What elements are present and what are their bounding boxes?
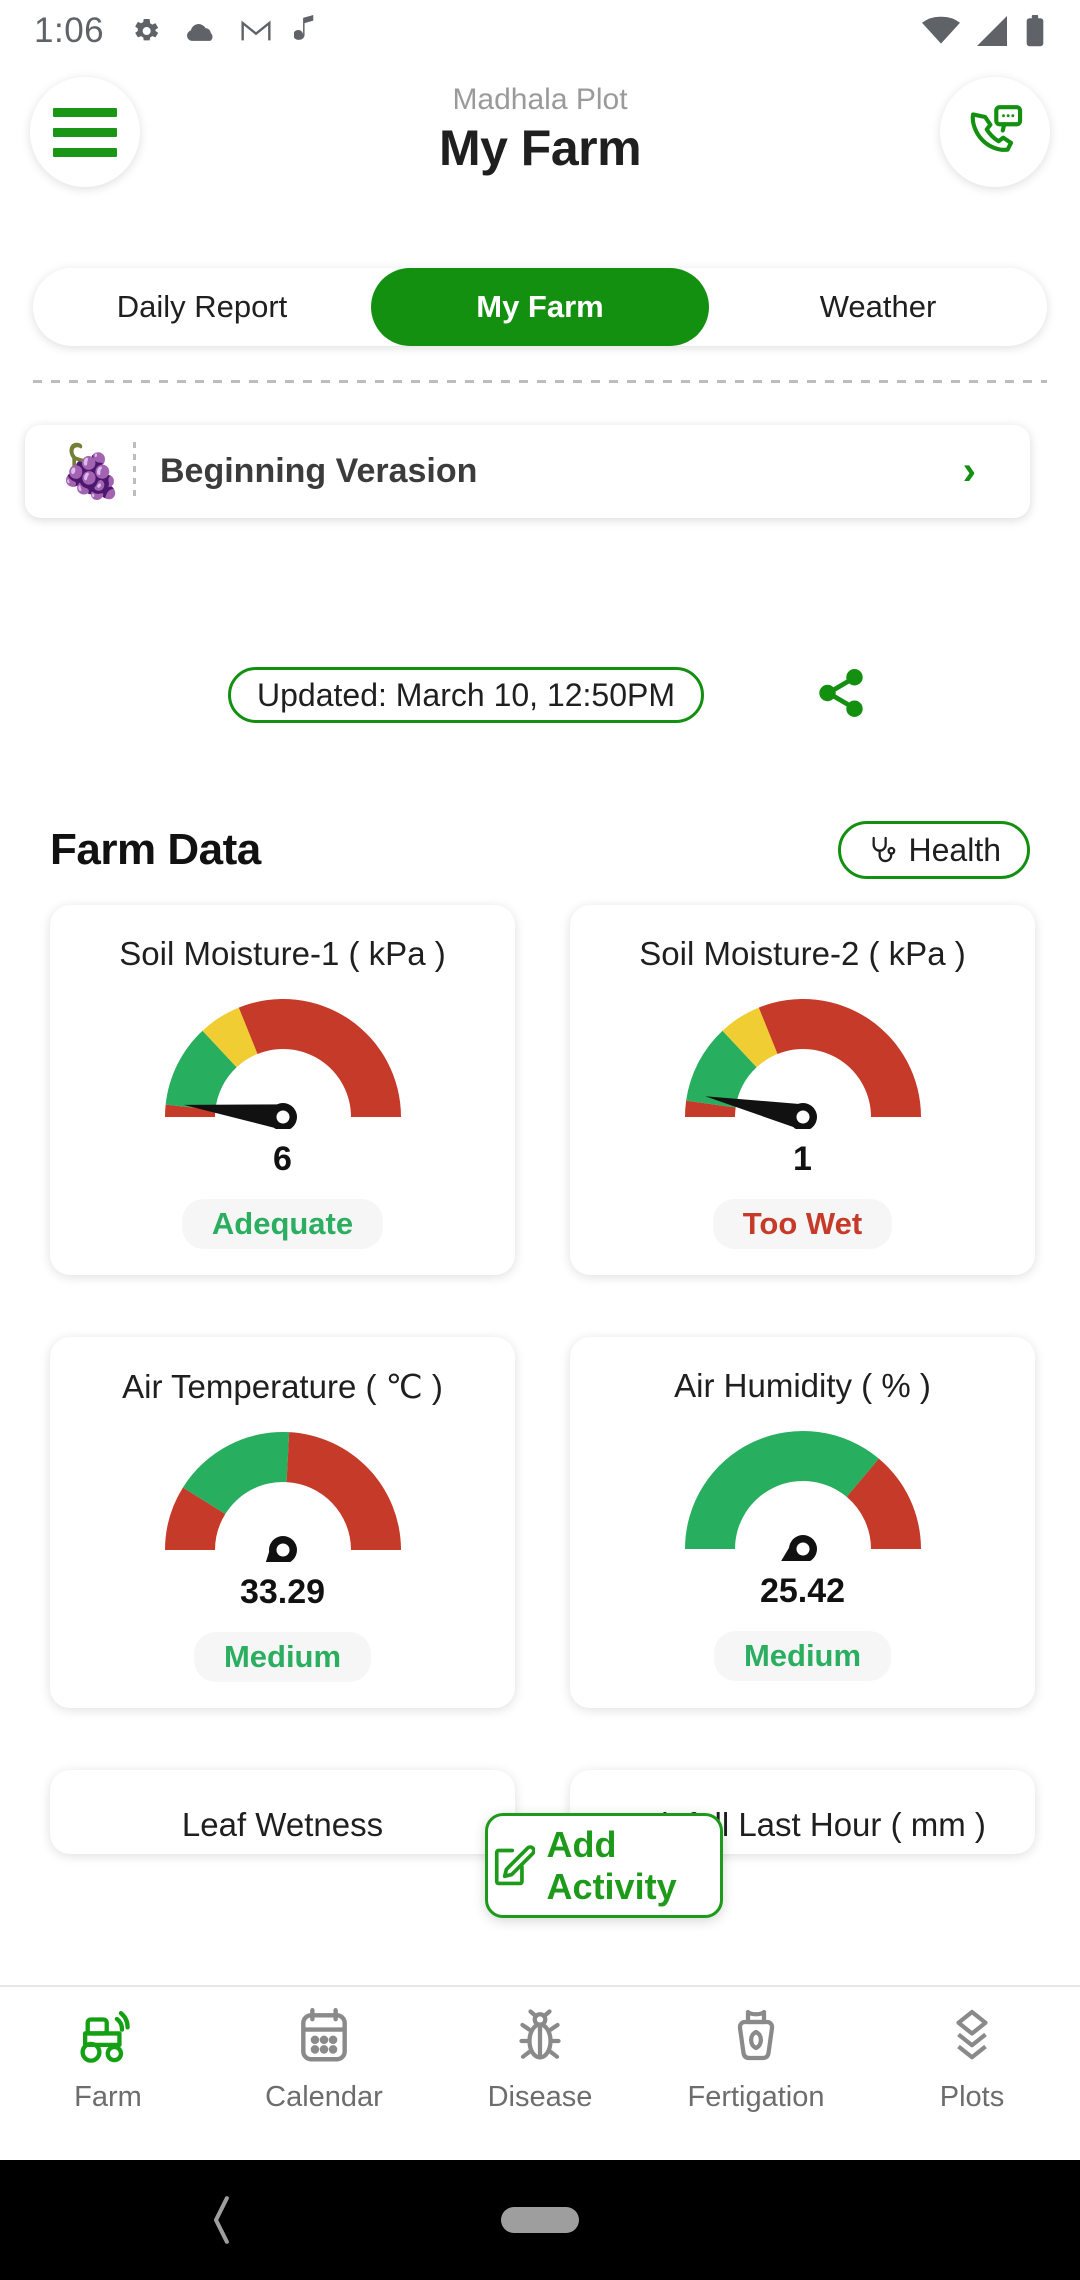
tab-weather[interactable]: Weather — [709, 268, 1047, 346]
add-activity-button[interactable]: Add Activity — [485, 1813, 723, 1918]
status-bar-notification-icons — [130, 15, 318, 47]
gauge-value: 33.29 — [240, 1573, 325, 1612]
gauge-chart — [678, 1421, 928, 1566]
updated-timestamp-badge: Updated: March 10, 12:50PM — [228, 667, 704, 723]
battery-icon — [1024, 15, 1046, 47]
stethoscope-icon — [867, 834, 899, 866]
status-badge: Too Wet — [713, 1199, 892, 1249]
back-chevron-icon[interactable] — [205, 2191, 239, 2249]
nav-label-calendar: Calendar — [265, 2081, 383, 2114]
gauge-value: 6 — [273, 1140, 292, 1179]
nav-label-disease: Disease — [488, 2081, 593, 2114]
nav-item-disease[interactable]: Disease — [432, 2005, 648, 2114]
gauge-title: Soil Moisture-2 ( kPa ) — [639, 935, 965, 973]
grapes-icon: 🍇 — [53, 446, 129, 498]
gauge-chart — [678, 989, 928, 1134]
page-title: My Farm — [140, 118, 940, 179]
gauge-card-air-humidity[interactable]: Air Humidity ( % ) 25.42 Medium — [570, 1337, 1035, 1708]
gauge-title: Air Humidity ( % ) — [674, 1367, 931, 1405]
nav-item-calendar[interactable]: Calendar — [216, 2005, 432, 2114]
share-icon — [814, 666, 868, 720]
status-badge: Medium — [194, 1632, 371, 1682]
section-tabs: Daily Report My Farm Weather — [33, 268, 1047, 346]
nav-item-plots[interactable]: Plots — [864, 2005, 1080, 2114]
nav-label-farm: Farm — [74, 2081, 142, 2114]
nav-label-plots: Plots — [940, 2081, 1004, 2114]
app-header: Madhala Plot My Farm — [0, 72, 1080, 192]
nav-item-farm[interactable]: Farm — [0, 2005, 216, 2114]
status-badge: Adequate — [182, 1199, 383, 1249]
layers-icon — [942, 2005, 1002, 2067]
status-bar-time: 1:06 — [34, 11, 104, 51]
gear-icon — [130, 15, 162, 47]
updated-row: Updated: March 10, 12:50PM — [0, 660, 1080, 730]
growth-stage-label: Beginning Verasion — [160, 452, 963, 491]
gmail-icon — [240, 18, 272, 44]
gauge-value: 1 — [793, 1140, 812, 1179]
plot-subtitle: Madhala Plot — [140, 81, 940, 119]
gauge-card-soil-moisture-1[interactable]: Soil Moisture-1 ( kPa ) 6 Adequate — [50, 905, 515, 1275]
home-pill-icon[interactable] — [501, 2207, 579, 2233]
gauge-card-leaf-wetness[interactable]: Leaf Wetness — [50, 1770, 515, 1854]
phone-chat-support-icon — [964, 101, 1026, 163]
app-screen: 1:06 Madhala Plot My Farm — [0, 0, 1080, 2280]
farm-data-title: Farm Data — [50, 825, 261, 875]
farm-data-grid: Soil Moisture-1 ( kPa ) 6 Adequate Soil … — [50, 905, 1035, 1916]
tab-daily-report[interactable]: Daily Report — [33, 268, 371, 346]
growth-stage-card[interactable]: 🍇 Beginning Verasion › — [25, 425, 1030, 518]
farm-data-header: Farm Data Health — [50, 818, 1030, 882]
hamburger-menu-icon — [53, 108, 117, 157]
share-button[interactable] — [814, 666, 868, 725]
tab-my-farm[interactable]: My Farm — [371, 268, 709, 346]
health-button[interactable]: Health — [838, 821, 1031, 879]
edit-note-icon — [488, 1838, 535, 1894]
bottom-navigation: Farm Calendar Disease — [0, 1985, 1080, 2160]
support-button[interactable] — [940, 77, 1050, 187]
hamburger-menu-button[interactable] — [30, 77, 140, 187]
gauge-row: Soil Moisture-1 ( kPa ) 6 Adequate Soil … — [50, 905, 1035, 1275]
wifi-icon — [922, 16, 960, 46]
music-note-icon — [294, 15, 318, 47]
gauge-row: Air Temperature ( ℃ ) 33.29 Medium Air H… — [50, 1337, 1035, 1708]
gauge-title: Air Temperature ( ℃ ) — [122, 1367, 443, 1406]
cellular-signal-icon — [974, 16, 1010, 46]
gauge-card-air-temperature[interactable]: Air Temperature ( ℃ ) 33.29 Medium — [50, 1337, 515, 1708]
add-activity-label: Add Activity — [547, 1824, 720, 1908]
gauge-chart — [158, 989, 408, 1134]
status-bar-system-icons — [922, 15, 1046, 47]
fertilizer-bag-icon — [726, 2005, 786, 2067]
divider — [33, 380, 1047, 383]
header-titles: Madhala Plot My Farm — [140, 81, 940, 180]
health-button-label: Health — [909, 832, 1002, 869]
vertical-divider — [133, 442, 136, 502]
gauge-title: Leaf Wetness — [182, 1806, 383, 1844]
status-badge: Medium — [714, 1631, 891, 1681]
nav-item-fertigation[interactable]: Fertigation — [648, 2005, 864, 2114]
insect-icon — [510, 2005, 570, 2067]
tractor-icon — [75, 2005, 141, 2067]
gauge-card-soil-moisture-2[interactable]: Soil Moisture-2 ( kPa ) 1 Too Wet — [570, 905, 1035, 1275]
status-bar: 1:06 — [0, 0, 1080, 62]
nav-label-fertigation: Fertigation — [687, 2081, 824, 2114]
system-navigation-bar — [0, 2160, 1080, 2280]
cloud-icon — [184, 16, 218, 46]
gauge-title: Soil Moisture-1 ( kPa ) — [119, 935, 445, 973]
calendar-icon — [293, 2005, 355, 2067]
gauge-value: 25.42 — [760, 1572, 845, 1611]
chevron-right-icon[interactable]: › — [963, 449, 976, 494]
gauge-chart — [158, 1422, 408, 1567]
